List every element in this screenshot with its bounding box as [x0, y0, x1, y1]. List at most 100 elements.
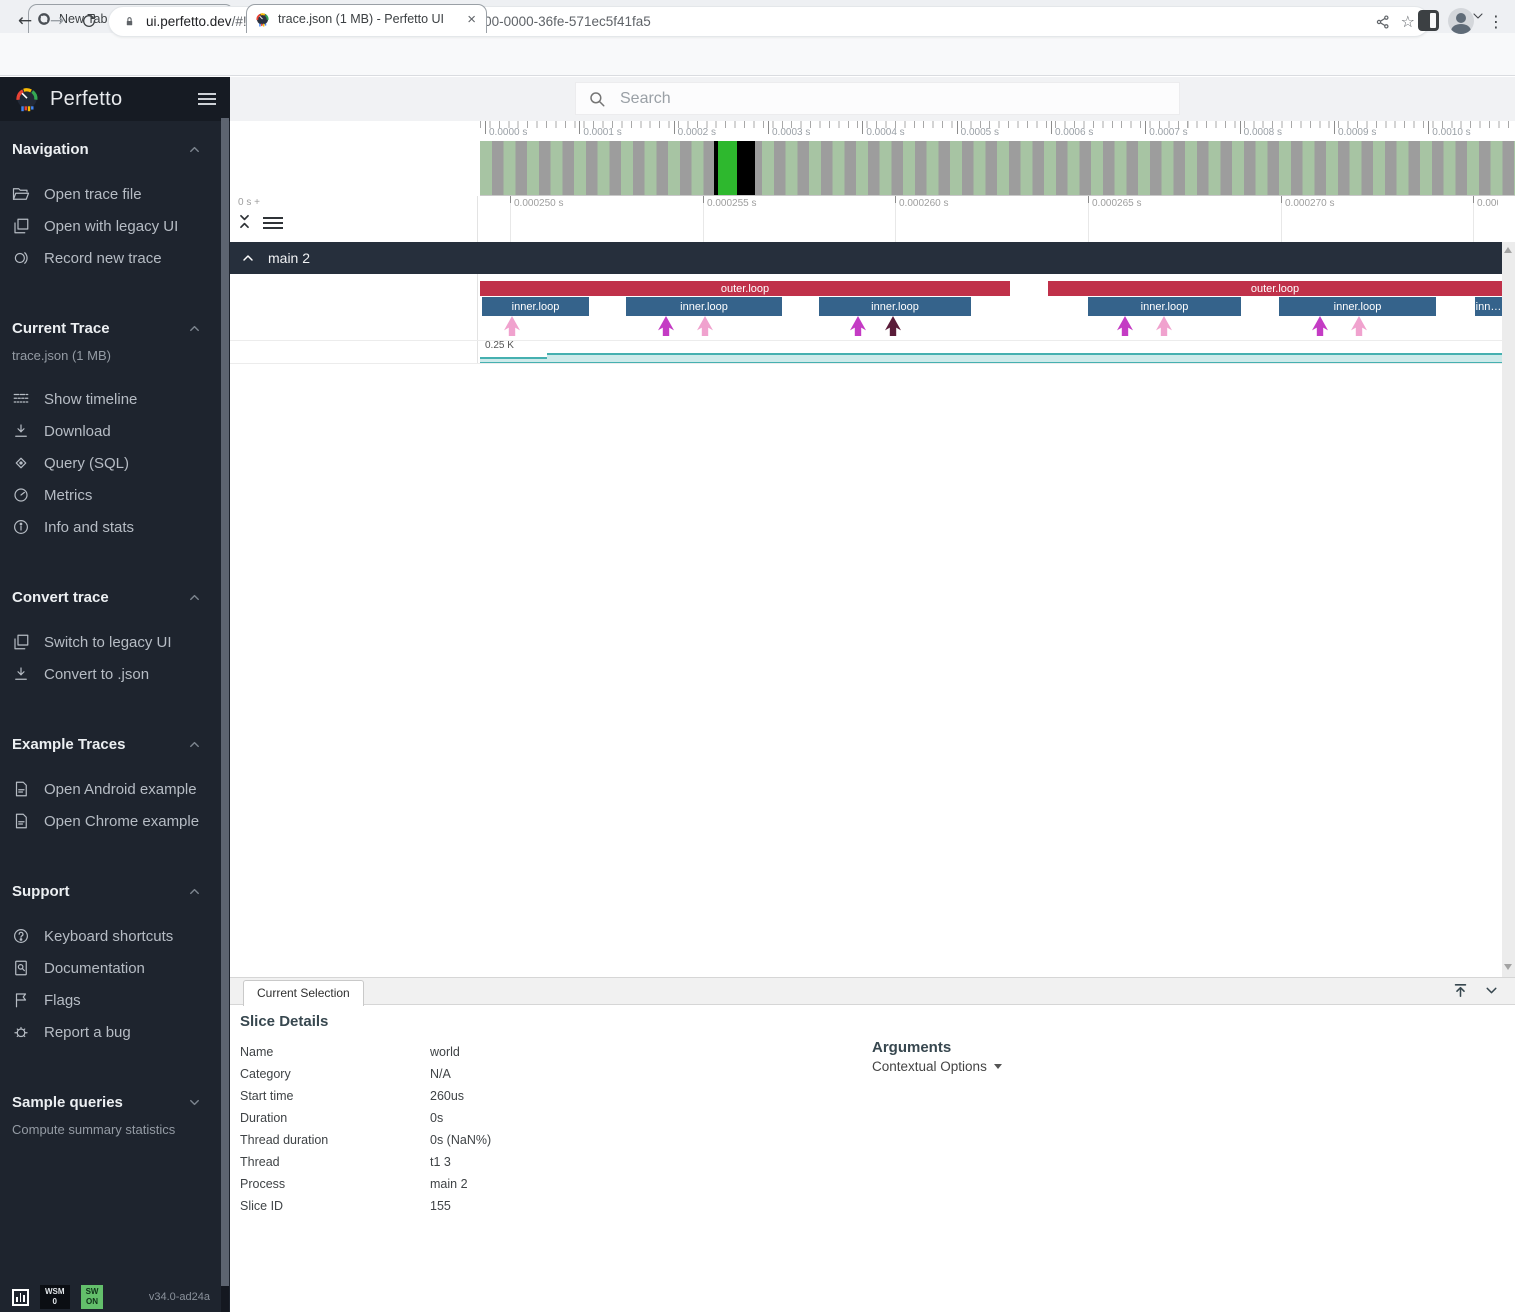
- ruler-tick-label: 0.0009 s: [1338, 127, 1376, 138]
- collapse-tracks-icon[interactable]: [236, 212, 253, 232]
- slice-inner-loop[interactable]: inner.loop: [482, 297, 589, 316]
- forward-button[interactable]: →: [44, 8, 70, 34]
- side-panel-icon[interactable]: [1418, 10, 1439, 31]
- sidebar-section-navigation: Navigation Open trace file Open with legac…: [12, 141, 212, 274]
- share-icon[interactable]: [1375, 14, 1391, 30]
- scroll-down-arrow-icon[interactable]: [1504, 964, 1512, 970]
- ruler-tick-label: 0.0007 s: [1149, 127, 1187, 138]
- axis-tick-label: 0.000265 s: [1092, 198, 1142, 209]
- sidebar-item-open-android-example[interactable]: Open Android example: [12, 773, 212, 805]
- sidebar-section-items: Keyboard shortcutsDocumentationFlagsRepo…: [12, 920, 212, 1048]
- hamburger-menu-icon[interactable]: [198, 90, 216, 108]
- tab-title: trace.json (1 MB) - Perfetto UI: [278, 12, 457, 26]
- detail-label: Duration: [240, 1111, 430, 1125]
- track-divider: [230, 340, 1502, 341]
- sidebar: Perfetto Navigation Open trace file Open w…: [0, 77, 230, 1312]
- slice-details-heading: Slice Details: [240, 1013, 328, 1030]
- slice-outer-loop[interactable]: outer.loop: [1048, 281, 1502, 296]
- sidebar-item-keyboard-shortcuts[interactable]: Keyboard shortcuts: [12, 920, 212, 952]
- chevron-up-icon[interactable]: [187, 737, 202, 752]
- sidebar-item-report-a-bug[interactable]: Report a bug: [12, 1016, 212, 1048]
- dropdown-caret-icon: [994, 1064, 1002, 1069]
- axis-gridline: [510, 197, 511, 242]
- slice-inner-loop[interactable]: inner.loop: [626, 297, 782, 316]
- collapse-panel-chevron-icon[interactable]: [1483, 982, 1500, 999]
- axis-gridline: [1281, 197, 1282, 242]
- download-icon: [12, 422, 30, 440]
- sidebar-item-convert-to-json[interactable]: Convert to .json: [12, 658, 212, 690]
- back-button[interactable]: ←: [12, 8, 38, 34]
- slice-inner-loop[interactable]: inner.loop: [1088, 297, 1241, 316]
- sidebar-item-switch-to-legacy-ui[interactable]: Switch to legacy UI: [12, 626, 212, 658]
- track-group-header-main2[interactable]: main 2: [230, 242, 1502, 274]
- sidebar-item-open-chrome-example[interactable]: Open Chrome example: [12, 805, 212, 837]
- tab-close-icon[interactable]: ×: [465, 12, 478, 27]
- slice-inner-loop[interactable]: inner.loop: [1279, 297, 1436, 316]
- viewport-marker-body[interactable]: [737, 141, 755, 195]
- sidebar-item-open-with-legacy-ui[interactable]: Open with legacy UI: [12, 210, 212, 242]
- detail-label: Category: [240, 1067, 430, 1081]
- sidebar-item-documentation[interactable]: Documentation: [12, 952, 212, 984]
- profile-avatar[interactable]: [1448, 8, 1474, 34]
- axis-gridline: [895, 197, 896, 242]
- viewport-marker-selection[interactable]: [718, 141, 737, 195]
- main-scrollbar-track[interactable]: [1502, 242, 1515, 977]
- sidebar-item-metrics[interactable]: Metrics: [12, 479, 212, 511]
- chevron-up-icon[interactable]: [187, 321, 202, 336]
- search-icon: [588, 90, 606, 108]
- app-root: New Tab × trace.json (1 MB) - Perfetto U…: [0, 0, 1515, 1312]
- bookmark-star-icon[interactable]: ☆: [1401, 12, 1415, 31]
- chevron-up-icon[interactable]: [187, 590, 202, 605]
- expand-panel-icon[interactable]: [1452, 982, 1469, 999]
- chevron-up-icon[interactable]: [187, 884, 202, 899]
- legacy-ui-icon: [12, 217, 30, 235]
- file-icon: [12, 780, 30, 798]
- lock-icon: [123, 15, 136, 28]
- sidebar-item-show-timeline[interactable]: Show timeline: [12, 383, 212, 415]
- detail-value: N/A: [430, 1067, 451, 1081]
- sidebar-scrollbar-thumb[interactable]: [221, 118, 229, 1286]
- current-selection-tab[interactable]: Current Selection: [243, 980, 364, 1006]
- scroll-up-arrow-icon[interactable]: [1504, 247, 1512, 253]
- sidebar-item-record-new-trace[interactable]: Record new trace: [12, 242, 212, 274]
- group-collapse-chevron-icon[interactable]: [240, 250, 256, 266]
- tab-perfetto[interactable]: trace.json (1 MB) - Perfetto UI ×: [246, 4, 487, 33]
- detail-value: 155: [430, 1199, 451, 1213]
- slice-inn[interactable]: inn…: [1475, 297, 1502, 316]
- time-offset-label: 0 s +: [238, 197, 260, 208]
- timeline-minimap[interactable]: [480, 141, 1515, 196]
- contextual-options-dropdown[interactable]: Contextual Options: [872, 1059, 1002, 1074]
- sidebar-item-label: Open Chrome example: [44, 813, 199, 830]
- ruler-major-tick: [1334, 121, 1335, 134]
- ruler-major-tick: [1428, 121, 1429, 134]
- reload-button[interactable]: [76, 8, 102, 34]
- sidebar-item-open-trace-file[interactable]: Open trace file: [12, 178, 212, 210]
- slice-inner-loop[interactable]: inner.loop: [819, 297, 971, 316]
- chevron-down-icon[interactable]: [187, 1095, 202, 1110]
- chevron-up-icon[interactable]: [187, 142, 202, 157]
- search-box[interactable]: [575, 82, 1180, 115]
- details-panel-header: [230, 978, 1515, 1005]
- search-input[interactable]: [618, 89, 1167, 109]
- folder-open-icon: [12, 185, 30, 203]
- sort-tracks-icon[interactable]: [263, 214, 283, 232]
- ruler-major-tick: [862, 121, 863, 134]
- slice-outer-loop[interactable]: outer.loop: [480, 281, 1010, 296]
- sidebar-section-title[interactable]: Sample queries: [12, 1094, 212, 1111]
- sidebar-section-title[interactable]: Current Trace: [12, 320, 212, 337]
- sidebar-item-label: Open trace file: [44, 186, 142, 203]
- sidebar-section-title[interactable]: Convert trace: [12, 589, 212, 606]
- sidebar-section-title[interactable]: Example Traces: [12, 736, 212, 753]
- stats-chart-icon[interactable]: [12, 1289, 29, 1306]
- axis-tick: [1088, 196, 1089, 203]
- brand-title: Perfetto: [50, 88, 188, 111]
- sidebar-item-download[interactable]: Download: [12, 415, 212, 447]
- sidebar-item-flags[interactable]: Flags: [12, 984, 212, 1016]
- sidebar-item-info-and-stats[interactable]: Info and stats: [12, 511, 212, 543]
- sidebar-section-title[interactable]: Navigation: [12, 141, 212, 158]
- axis-tick: [895, 196, 896, 203]
- sidebar-section-title[interactable]: Support: [12, 883, 212, 900]
- sidebar-item-query-sql[interactable]: Query (SQL): [12, 447, 212, 479]
- browser-menu-icon[interactable]: ⋮: [1486, 8, 1506, 34]
- ruler-major-tick: [1240, 121, 1241, 134]
